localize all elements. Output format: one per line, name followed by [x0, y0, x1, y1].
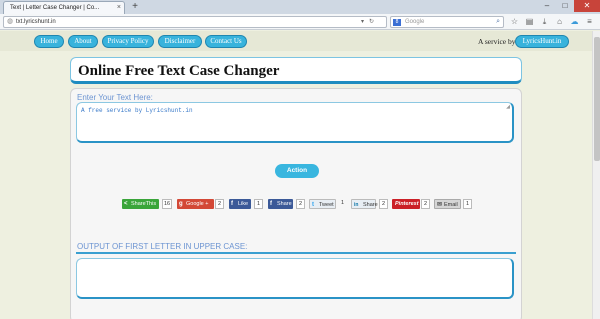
share-label: Like: [238, 201, 249, 207]
output-textarea[interactable]: [76, 258, 514, 299]
browser-toolbar: ◍ txt.lyricshunt.in ▾ ↻ 8 Google ⌕ ☆ ▤ ⤓…: [0, 14, 600, 30]
download-icon[interactable]: ⤓: [538, 16, 551, 28]
sharethis-button[interactable]: < ShareThis: [122, 199, 159, 209]
reading-list-icon[interactable]: ▤: [523, 16, 536, 28]
google-plus-button[interactable]: g Google +: [177, 199, 214, 209]
nav-disclaimer[interactable]: Disclaimer: [158, 35, 202, 48]
new-tab-button[interactable]: +: [129, 1, 141, 13]
share-label: Email: [444, 202, 458, 208]
tab-strip: Text | Letter Case Changer | Co... × + –…: [0, 0, 600, 14]
browser-tab[interactable]: Text | Letter Case Changer | Co... ×: [3, 1, 125, 14]
facebook-share-button[interactable]: f Share: [268, 199, 293, 209]
home-icon[interactable]: ⌂: [553, 16, 566, 28]
maximize-button[interactable]: □: [556, 0, 574, 12]
google-logo-icon[interactable]: 8: [393, 19, 401, 26]
share-label: Google +: [186, 201, 209, 207]
divider: [76, 252, 516, 254]
facebook-icon: f: [270, 201, 272, 207]
facebook-like-button[interactable]: f Like: [229, 199, 251, 209]
google-plus-icon: g: [179, 201, 183, 207]
linkedin-share-button[interactable]: in Share: [351, 199, 378, 209]
globe-icon: ◍: [7, 18, 14, 25]
window-controls: – □ ✕: [538, 0, 600, 12]
text-input[interactable]: A free service by Lyricshunt.in ◢: [76, 102, 514, 143]
input-label: Enter Your Text Here:: [77, 93, 153, 102]
email-icon: ✉: [437, 202, 443, 208]
cloud-icon[interactable]: ☁: [568, 16, 581, 28]
twitter-icon: t: [312, 202, 314, 208]
search-placeholder: Google: [405, 19, 425, 25]
nav-home[interactable]: Home: [34, 35, 64, 48]
page-title: Online Free Text Case Changer: [78, 63, 280, 79]
share-count: 1: [463, 199, 472, 209]
url-text: txt.lyricshunt.in: [16, 19, 56, 25]
email-button[interactable]: ✉ Email: [434, 199, 461, 209]
toolbar-icons: ☆ ▤ ⤓ ⌂ ☁ ≡: [508, 16, 596, 28]
share-count: 2: [379, 199, 388, 209]
address-bar[interactable]: ◍ txt.lyricshunt.in ▾ ↻: [3, 16, 387, 28]
menu-icon[interactable]: ≡: [583, 16, 596, 28]
share-label: Share: [363, 202, 378, 208]
linkedin-icon: in: [354, 202, 359, 208]
share-label: Tweet: [319, 202, 334, 208]
share-count: 2: [421, 199, 430, 209]
share-count: 1: [340, 200, 345, 206]
share-count: 2: [296, 199, 305, 209]
share-label: ShareThis: [131, 201, 157, 207]
share-count: 2: [215, 199, 224, 209]
close-window-button[interactable]: ✕: [574, 0, 600, 12]
action-button[interactable]: Action: [275, 164, 319, 178]
pinterest-logo-icon: Pinterest: [395, 201, 419, 207]
share-icon: <: [124, 201, 128, 207]
nav-privacy-policy[interactable]: Privacy Policy: [102, 35, 154, 48]
reload-icon[interactable]: ↻: [369, 17, 374, 27]
facebook-icon: f: [231, 201, 233, 207]
site-nav: Home About Privacy Policy Disclaimer Con…: [0, 31, 600, 51]
lyricshunt-link[interactable]: LyricsHunt.in: [515, 35, 569, 48]
share-count: 1: [254, 199, 263, 209]
page-scrollbar[interactable]: [592, 31, 600, 319]
minimize-button[interactable]: –: [538, 0, 556, 12]
scrollbar-thumb[interactable]: [594, 37, 600, 161]
title-box: Online Free Text Case Changer: [70, 57, 522, 84]
pinterest-button[interactable]: Pinterest: [392, 199, 420, 209]
search-icon[interactable]: ⌕: [496, 17, 500, 27]
star-icon[interactable]: ☆: [508, 16, 521, 28]
search-bar[interactable]: 8 Google ⌕: [390, 16, 504, 28]
service-by-text: A service by: [478, 37, 516, 46]
input-text: A free service by Lyricshunt.in: [81, 107, 193, 114]
tweet-button[interactable]: t Tweet: [309, 199, 336, 209]
share-count: 16: [162, 199, 172, 209]
share-label: Share: [277, 201, 292, 207]
output-label: OUTPUT OF FIRST LETTER IN UPPER CASE:: [77, 242, 248, 251]
nav-about[interactable]: About: [68, 35, 98, 48]
tab-title: Text | Letter Case Changer | Co...: [10, 5, 100, 11]
close-tab-icon[interactable]: ×: [117, 2, 121, 14]
nav-contact-us[interactable]: Contact Us: [205, 35, 247, 48]
dropdown-arrow-icon[interactable]: ▾: [361, 17, 364, 27]
resize-handle-icon[interactable]: ◢: [506, 104, 510, 110]
